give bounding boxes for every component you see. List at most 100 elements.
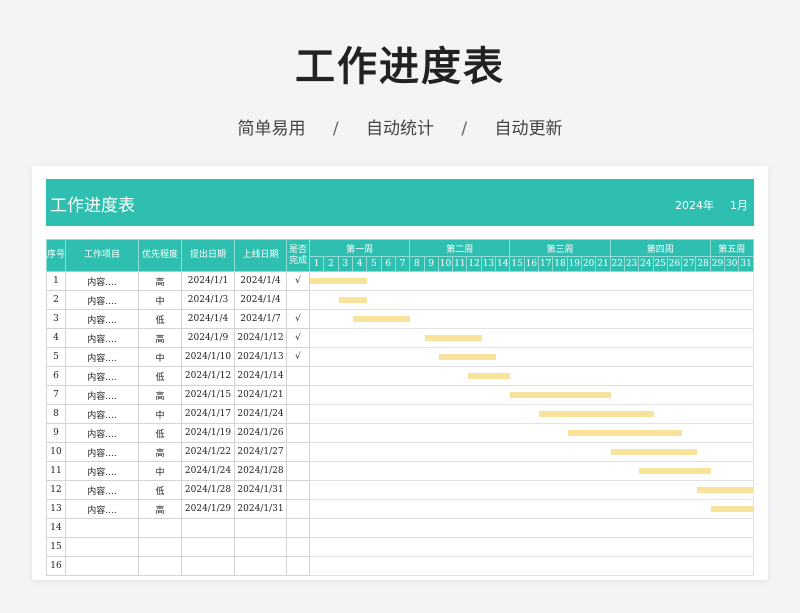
row-index[interactable]: 8 bbox=[46, 404, 66, 424]
table-row[interactable]: 5 内容.... 中 2024/1/10 2024/1/13 √ bbox=[46, 347, 754, 367]
row-done[interactable] bbox=[286, 442, 310, 462]
row-done[interactable] bbox=[286, 461, 310, 481]
row-index[interactable]: 14 bbox=[46, 518, 66, 538]
row-submit-date[interactable]: 2024/1/4 bbox=[181, 309, 235, 329]
row-item[interactable] bbox=[65, 537, 139, 557]
table-row[interactable]: 15 bbox=[46, 537, 754, 557]
row-done[interactable]: √ bbox=[286, 271, 310, 291]
row-online-date[interactable]: 2024/1/12 bbox=[234, 328, 287, 348]
row-item[interactable]: 内容.... bbox=[65, 385, 139, 405]
row-submit-date[interactable]: 2024/1/3 bbox=[181, 290, 235, 310]
row-index[interactable]: 13 bbox=[46, 499, 66, 519]
row-online-date[interactable]: 2024/1/4 bbox=[234, 290, 287, 310]
row-index[interactable]: 16 bbox=[46, 556, 66, 576]
row-item[interactable]: 内容.... bbox=[65, 328, 139, 348]
row-done[interactable] bbox=[286, 366, 310, 386]
row-index[interactable]: 6 bbox=[46, 366, 66, 386]
row-item[interactable]: 内容.... bbox=[65, 347, 139, 367]
table-row[interactable]: 1 内容.... 高 2024/1/1 2024/1/4 √ bbox=[46, 271, 754, 291]
row-submit-date[interactable]: 2024/1/10 bbox=[181, 347, 235, 367]
row-item[interactable]: 内容.... bbox=[65, 423, 139, 443]
row-priority[interactable]: 低 bbox=[138, 366, 182, 386]
row-submit-date[interactable]: 2024/1/15 bbox=[181, 385, 235, 405]
row-submit-date[interactable]: 2024/1/1 bbox=[181, 271, 235, 291]
row-priority[interactable]: 中 bbox=[138, 290, 182, 310]
banner-month[interactable]: 1月 bbox=[730, 197, 748, 213]
row-online-date[interactable]: 2024/1/24 bbox=[234, 404, 287, 424]
row-submit-date[interactable] bbox=[181, 537, 235, 557]
row-index[interactable]: 7 bbox=[46, 385, 66, 405]
row-item[interactable]: 内容.... bbox=[65, 461, 139, 481]
row-done[interactable] bbox=[286, 518, 310, 538]
row-submit-date[interactable]: 2024/1/24 bbox=[181, 461, 235, 481]
row-index[interactable]: 15 bbox=[46, 537, 66, 557]
row-online-date[interactable]: 2024/1/28 bbox=[234, 461, 287, 481]
table-row[interactable]: 16 bbox=[46, 556, 754, 576]
row-done[interactable] bbox=[286, 499, 310, 519]
row-priority[interactable]: 高 bbox=[138, 271, 182, 291]
table-row[interactable]: 10 内容.... 高 2024/1/22 2024/1/27 bbox=[46, 442, 754, 462]
table-row[interactable]: 7 内容.... 高 2024/1/15 2024/1/21 bbox=[46, 385, 754, 405]
table-row[interactable]: 13 内容.... 高 2024/1/29 2024/1/31 bbox=[46, 499, 754, 519]
row-online-date[interactable]: 2024/1/4 bbox=[234, 271, 287, 291]
table-row[interactable]: 6 内容.... 低 2024/1/12 2024/1/14 bbox=[46, 366, 754, 386]
row-index[interactable]: 12 bbox=[46, 480, 66, 500]
row-index[interactable]: 11 bbox=[46, 461, 66, 481]
table-row[interactable]: 8 内容.... 中 2024/1/17 2024/1/24 bbox=[46, 404, 754, 424]
row-submit-date[interactable] bbox=[181, 556, 235, 576]
row-submit-date[interactable]: 2024/1/28 bbox=[181, 480, 235, 500]
table-row[interactable]: 14 bbox=[46, 518, 754, 538]
row-done[interactable]: √ bbox=[286, 309, 310, 329]
row-item[interactable] bbox=[65, 556, 139, 576]
row-submit-date[interactable]: 2024/1/12 bbox=[181, 366, 235, 386]
row-priority[interactable] bbox=[138, 537, 182, 557]
row-online-date[interactable]: 2024/1/13 bbox=[234, 347, 287, 367]
row-index[interactable]: 10 bbox=[46, 442, 66, 462]
row-online-date[interactable]: 2024/1/27 bbox=[234, 442, 287, 462]
row-index[interactable]: 2 bbox=[46, 290, 66, 310]
row-done[interactable] bbox=[286, 423, 310, 443]
row-online-date[interactable]: 2024/1/21 bbox=[234, 385, 287, 405]
row-priority[interactable]: 低 bbox=[138, 309, 182, 329]
row-index[interactable]: 1 bbox=[46, 271, 66, 291]
row-done[interactable]: √ bbox=[286, 328, 310, 348]
row-submit-date[interactable] bbox=[181, 518, 235, 538]
row-index[interactable]: 9 bbox=[46, 423, 66, 443]
row-priority[interactable] bbox=[138, 518, 182, 538]
row-index[interactable]: 5 bbox=[46, 347, 66, 367]
table-row[interactable]: 11 内容.... 中 2024/1/24 2024/1/28 bbox=[46, 461, 754, 481]
row-priority[interactable]: 中 bbox=[138, 404, 182, 424]
row-done[interactable] bbox=[286, 480, 310, 500]
row-done[interactable] bbox=[286, 404, 310, 424]
row-item[interactable]: 内容.... bbox=[65, 271, 139, 291]
row-item[interactable]: 内容.... bbox=[65, 309, 139, 329]
row-done[interactable] bbox=[286, 537, 310, 557]
row-item[interactable]: 内容.... bbox=[65, 290, 139, 310]
row-priority[interactable]: 高 bbox=[138, 499, 182, 519]
row-priority[interactable]: 中 bbox=[138, 347, 182, 367]
row-done[interactable] bbox=[286, 290, 310, 310]
row-online-date[interactable]: 2024/1/31 bbox=[234, 480, 287, 500]
row-item[interactable]: 内容.... bbox=[65, 480, 139, 500]
row-item[interactable]: 内容.... bbox=[65, 499, 139, 519]
row-online-date[interactable]: 2024/1/7 bbox=[234, 309, 287, 329]
row-item[interactable]: 内容.... bbox=[65, 442, 139, 462]
table-row[interactable]: 12 内容.... 低 2024/1/28 2024/1/31 bbox=[46, 480, 754, 500]
row-online-date[interactable] bbox=[234, 556, 287, 576]
row-online-date[interactable]: 2024/1/14 bbox=[234, 366, 287, 386]
row-item[interactable]: 内容.... bbox=[65, 366, 139, 386]
table-row[interactable]: 9 内容.... 低 2024/1/19 2024/1/26 bbox=[46, 423, 754, 443]
table-row[interactable]: 3 内容.... 低 2024/1/4 2024/1/7 √ bbox=[46, 309, 754, 329]
row-priority[interactable]: 低 bbox=[138, 480, 182, 500]
row-item[interactable]: 内容.... bbox=[65, 404, 139, 424]
row-priority[interactable]: 高 bbox=[138, 385, 182, 405]
row-online-date[interactable] bbox=[234, 537, 287, 557]
row-done[interactable]: √ bbox=[286, 347, 310, 367]
row-submit-date[interactable]: 2024/1/29 bbox=[181, 499, 235, 519]
row-index[interactable]: 3 bbox=[46, 309, 66, 329]
row-index[interactable]: 4 bbox=[46, 328, 66, 348]
row-submit-date[interactable]: 2024/1/19 bbox=[181, 423, 235, 443]
row-online-date[interactable]: 2024/1/26 bbox=[234, 423, 287, 443]
row-done[interactable] bbox=[286, 556, 310, 576]
table-row[interactable]: 2 内容.... 中 2024/1/3 2024/1/4 bbox=[46, 290, 754, 310]
